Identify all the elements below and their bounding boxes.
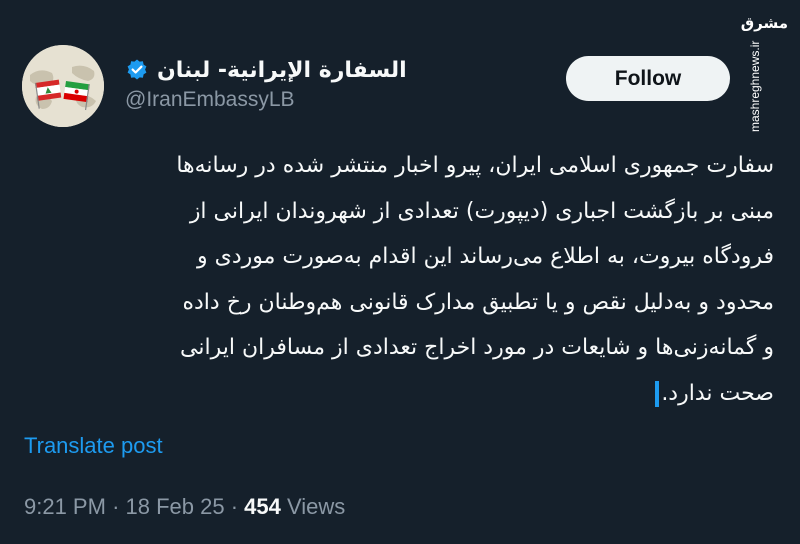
- user-handle[interactable]: @IranEmbassyLB: [125, 88, 295, 112]
- post-text-line: محدود و به‌دلیل نقص و یا تطبیق مدارک قان…: [182, 289, 774, 315]
- post-date[interactable]: 18 Feb 25: [126, 494, 225, 519]
- embassy-logo-icon: [22, 45, 104, 127]
- views-label: Views: [287, 494, 346, 519]
- post-text-line: سفارت جمهوری اسلامی ایران، پیرو اخبار من…: [176, 153, 774, 178]
- author-name-row[interactable]: السفارة الإيرانية- لبنان: [125, 54, 407, 86]
- verified-badge-icon: [127, 59, 147, 80]
- views-count: 454: [244, 494, 281, 519]
- follow-button[interactable]: Follow: [566, 56, 730, 101]
- post-text-line: و گمانه‌زنی‌ها و شایعات در مورد اخراج تع…: [180, 335, 774, 360]
- watermark-url: mashreghnews.ir: [748, 40, 762, 132]
- display-name[interactable]: السفارة الإيرانية- لبنان: [157, 58, 407, 83]
- post-text-last-words: صحت ندارد.: [661, 380, 774, 406]
- post-time[interactable]: 9:21 PM: [24, 494, 106, 519]
- text-cursor: [655, 380, 660, 407]
- post-meta: 9:21 PM · 18 Feb 25 · 454 Views: [24, 494, 345, 520]
- meta-separator: ·: [112, 494, 120, 519]
- meta-separator: ·: [230, 494, 239, 519]
- post-text: سفارت جمهوری اسلامی ایران، پیرو اخبار من…: [20, 143, 774, 416]
- post-text-line-last: صحت ندارد.: [20, 371, 774, 417]
- translate-post-link[interactable]: Translate post: [24, 433, 163, 459]
- post-text-line: مبنی بر بازگشت اجباری (دیپورت) تعدادی از…: [189, 198, 774, 224]
- avatar[interactable]: [22, 45, 104, 127]
- post-text-line: فرودگاه بیروت، به اطلاع می‌رساند این اقد…: [196, 244, 774, 269]
- watermark-logo: مشرق: [740, 14, 788, 32]
- watermark: مشرق mashreghnews.ir: [741, 10, 796, 140]
